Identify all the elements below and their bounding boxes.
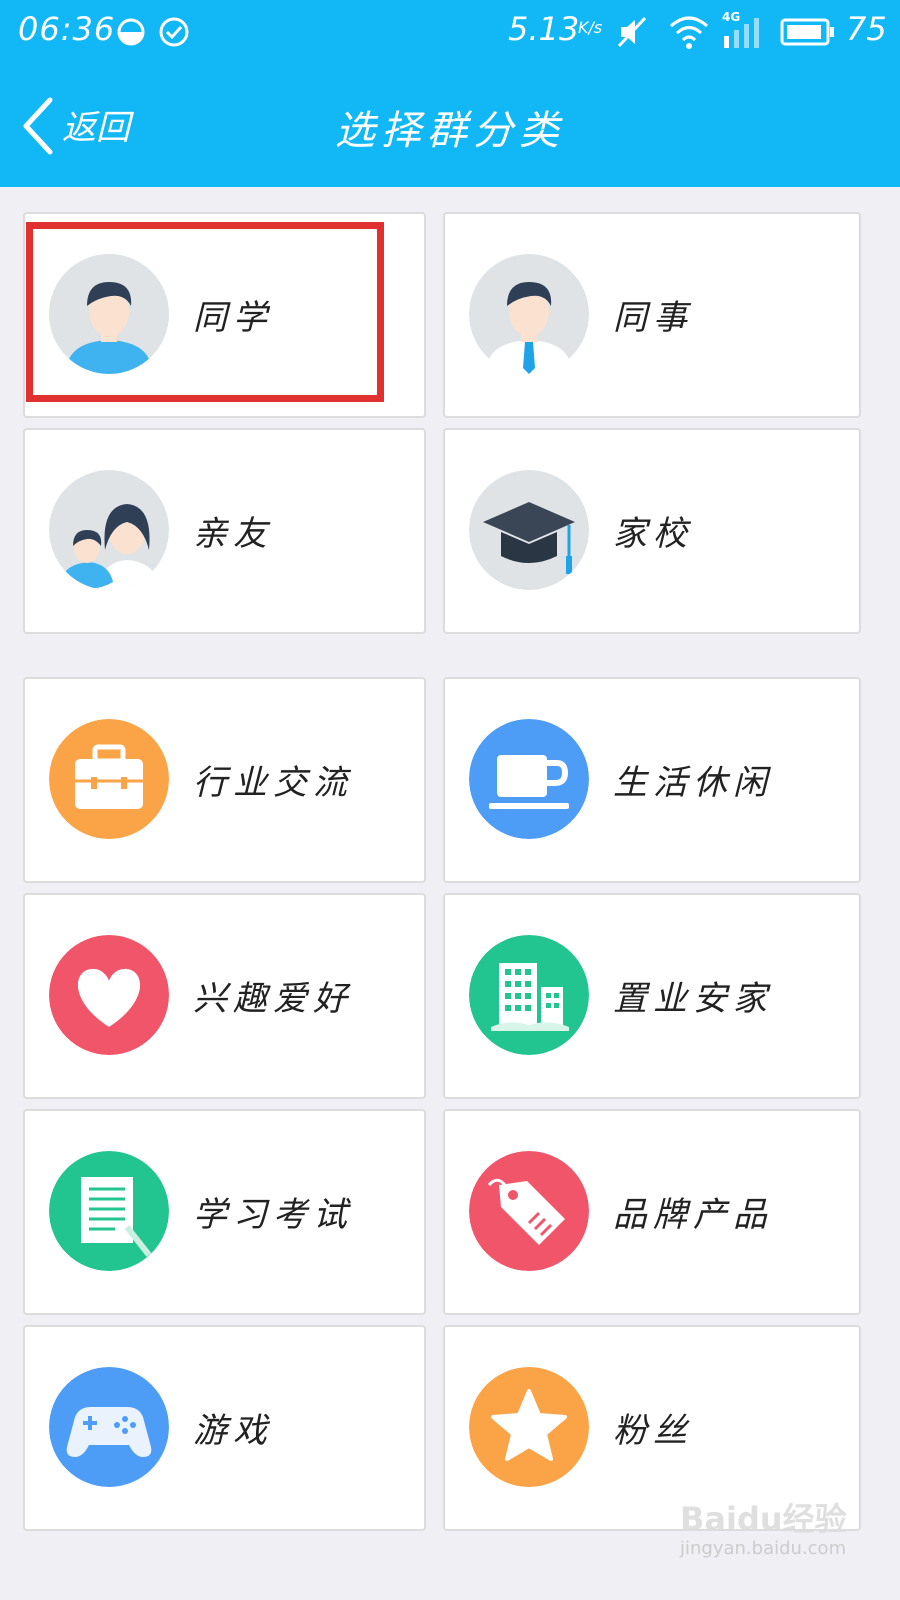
category-label: 家校 xyxy=(613,514,693,554)
star-icon xyxy=(469,1367,589,1487)
wifi-icon xyxy=(670,16,708,49)
check-circle-icon xyxy=(159,17,189,47)
category-card-leisure[interactable]: 生活休闲 xyxy=(443,677,861,883)
colleague-avatar-icon xyxy=(469,254,589,374)
coffee-cup-icon xyxy=(469,719,589,839)
battery-icon xyxy=(780,18,834,46)
battery-percent: 75 xyxy=(846,10,887,48)
back-button[interactable]: 返回 xyxy=(62,100,130,149)
graduation-cap-icon xyxy=(469,470,589,590)
heart-icon xyxy=(49,935,169,1055)
category-label: 行业交流 xyxy=(193,763,353,803)
family-avatar-icon xyxy=(49,470,169,590)
gamepad-icon xyxy=(49,1367,169,1487)
category-label: 同事 xyxy=(613,298,693,338)
category-label: 亲友 xyxy=(193,514,273,554)
category-card-industry[interactable]: 行业交流 xyxy=(23,677,426,883)
category-card-games[interactable]: 游戏 xyxy=(23,1325,426,1531)
category-label: 游戏 xyxy=(193,1411,273,1451)
buildings-icon xyxy=(469,935,589,1055)
network-speed-unit: K/s xyxy=(578,18,603,37)
category-card-real-estate[interactable]: 置业安家 xyxy=(443,893,861,1099)
status-bar: 06:36 5.13 K/s 4G 75 xyxy=(0,0,900,62)
category-card-school[interactable]: 家校 xyxy=(443,428,861,634)
network-speed: 5.13 xyxy=(508,10,580,48)
status-time: 06:36 xyxy=(18,10,116,48)
category-label: 粉丝 xyxy=(613,1411,693,1451)
watermark-url: jingyan.baidu.com xyxy=(680,1538,847,1559)
selection-highlight xyxy=(26,222,384,402)
category-card-colleagues[interactable]: 同事 xyxy=(443,212,861,418)
mute-icon xyxy=(617,16,647,48)
category-label: 生活休闲 xyxy=(613,763,773,803)
category-label: 兴趣爱好 xyxy=(193,979,353,1019)
half-moon-icon xyxy=(117,18,145,46)
category-label: 学习考试 xyxy=(193,1195,353,1235)
briefcase-icon xyxy=(49,719,169,839)
category-card-brand[interactable]: 品牌产品 xyxy=(443,1109,861,1315)
signal-icon xyxy=(724,18,759,48)
back-arrow-icon[interactable] xyxy=(20,96,56,156)
top-bar: 06:36 5.13 K/s 4G 75 返回 选择群分类 xyxy=(0,0,900,187)
notepad-icon xyxy=(49,1151,169,1271)
category-card-family[interactable]: 亲友 xyxy=(23,428,426,634)
category-label: 置业安家 xyxy=(613,979,773,1019)
price-tag-icon xyxy=(469,1151,589,1271)
category-label: 品牌产品 xyxy=(613,1195,773,1235)
baidu-watermark: Baidu经验 jingyan.baidu.com xyxy=(680,1490,890,1590)
category-card-hobbies[interactable]: 兴趣爱好 xyxy=(23,893,426,1099)
category-card-study[interactable]: 学习考试 xyxy=(23,1109,426,1315)
page-title: 选择群分类 xyxy=(335,108,565,154)
watermark-text: Baidu经验 xyxy=(680,1500,847,1538)
